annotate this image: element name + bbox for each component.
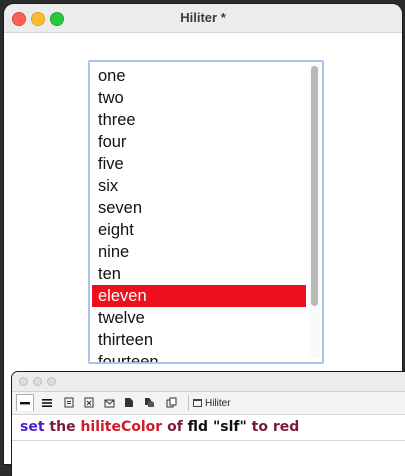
libraries-icon[interactable] <box>162 394 180 411</box>
the-keyword: the <box>49 419 76 435</box>
of-keyword: of <box>167 419 183 435</box>
window-icon <box>193 399 202 407</box>
message-box-minimize-button[interactable] <box>33 377 42 386</box>
value-text: red <box>272 419 300 435</box>
stack-tab[interactable]: Hiliter <box>193 395 231 411</box>
list-item[interactable]: ten <box>92 263 306 285</box>
list-item[interactable]: four <box>92 131 306 153</box>
property-keyword: hiliteColor <box>80 419 163 435</box>
global-properties-icon[interactable] <box>60 394 78 411</box>
scrollbar-thumb[interactable] <box>311 66 318 306</box>
toolbar-divider <box>188 395 189 411</box>
message-box-titlebar[interactable] <box>12 372 405 392</box>
message-box-zoom-button[interactable] <box>47 377 56 386</box>
list-item[interactable]: three <box>92 109 306 131</box>
message-box-close-button[interactable] <box>19 377 28 386</box>
list-field[interactable]: one two three four five six seven eight … <box>88 60 324 364</box>
list-item[interactable]: two <box>92 87 306 109</box>
vertical-scrollbar[interactable] <box>309 64 320 358</box>
front-scripts-icon[interactable] <box>120 394 138 411</box>
list-item[interactable]: five <box>92 153 306 175</box>
command-line-divider <box>12 440 405 441</box>
back-scripts-icon[interactable] <box>140 394 158 411</box>
list-item-selected[interactable]: eleven <box>92 285 306 307</box>
single-line-mode-icon[interactable] <box>16 394 34 411</box>
message-box-window: Hiliter set the hiliteColor of fld "slf"… <box>12 372 405 476</box>
list-lines: one two three four five six seven eight … <box>92 65 306 362</box>
message-box-toolbar: Hiliter <box>12 392 405 415</box>
to-keyword: to <box>251 419 268 435</box>
target-reference: fld "slf" <box>187 419 247 435</box>
list-item[interactable]: fourteen <box>92 351 306 362</box>
window-titlebar[interactable]: Hiliter * <box>4 4 402 33</box>
list-item[interactable]: eight <box>92 219 306 241</box>
multi-line-mode-icon[interactable] <box>38 394 56 411</box>
message-box-command-line[interactable]: set the hiliteColor of fld "slf" to red <box>20 419 299 435</box>
window-title: Hiliter * <box>180 10 226 25</box>
pending-messages-icon[interactable] <box>100 394 118 411</box>
stack-tab-label: Hiliter <box>205 397 231 409</box>
list-item[interactable]: one <box>92 65 306 87</box>
list-item[interactable]: seven <box>92 197 306 219</box>
command-keyword: set <box>20 419 45 435</box>
list-item[interactable]: nine <box>92 241 306 263</box>
global-variables-icon[interactable] <box>80 394 98 411</box>
list-item[interactable]: twelve <box>92 307 306 329</box>
list-item[interactable]: six <box>92 175 306 197</box>
list-item[interactable]: thirteen <box>92 329 306 351</box>
